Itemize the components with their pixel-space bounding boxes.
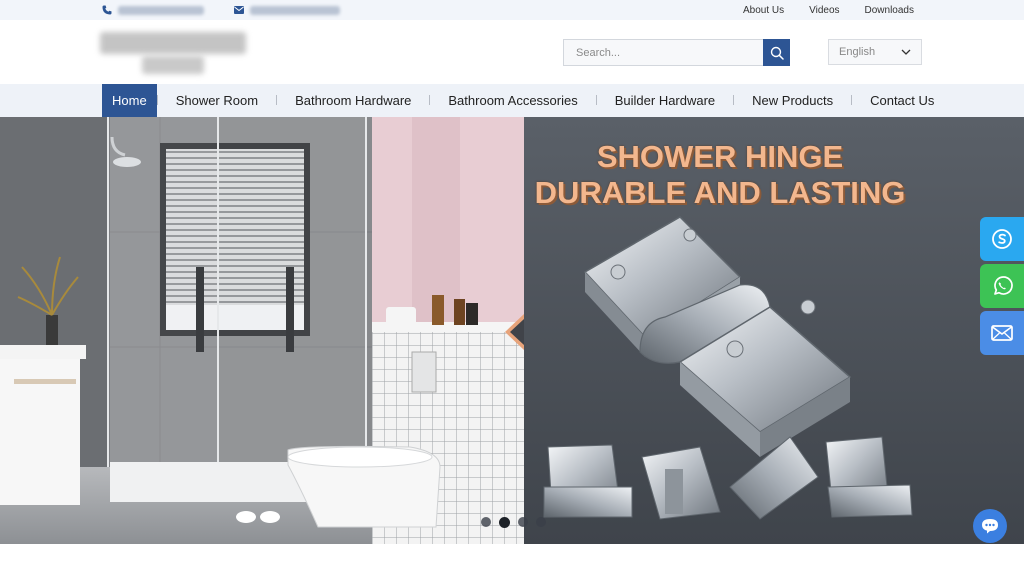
language-select[interactable]: English xyxy=(828,39,922,65)
nav-new-products[interactable]: New Products xyxy=(734,84,851,117)
main-nav: Home Shower Room Bathroom Hardware Bathr… xyxy=(0,84,1024,117)
whatsapp-button[interactable] xyxy=(980,264,1024,308)
search-button[interactable] xyxy=(763,39,790,66)
nav-bathroom-accessories[interactable]: Bathroom Accessories xyxy=(430,84,595,117)
page: About Us Videos Downloads English Home S… xyxy=(0,0,1024,576)
live-chat-button[interactable] xyxy=(973,509,1007,543)
chat-icon xyxy=(982,519,998,534)
videos-link[interactable]: Videos xyxy=(809,5,839,16)
whatsapp-icon xyxy=(994,276,1013,295)
hero-title-line2: DURABLE AND LASTING xyxy=(534,175,906,210)
email-contact[interactable] xyxy=(234,4,340,16)
phone-number-redacted xyxy=(118,5,204,15)
company-logo[interactable] xyxy=(100,30,250,78)
hero-title-line1: SHOWER HINGE xyxy=(596,139,844,174)
language-label: English xyxy=(839,46,876,58)
slider-dot-active[interactable] xyxy=(499,516,510,528)
chevron-down-icon xyxy=(901,49,911,55)
mail-icon xyxy=(234,6,244,14)
skype-icon xyxy=(992,229,1012,249)
top-bar: About Us Videos Downloads xyxy=(0,0,1024,20)
hero-banner[interactable]: SHOWER HINGE DURABLE AND LASTING xyxy=(0,117,1024,544)
logo-line-redacted xyxy=(100,32,246,54)
email-icon xyxy=(991,325,1013,341)
logo-subline-redacted xyxy=(142,56,204,74)
nav-shower-room[interactable]: Shower Room xyxy=(158,84,276,117)
about-us-link[interactable]: About Us xyxy=(743,5,784,16)
nav-builder-hardware[interactable]: Builder Hardware xyxy=(597,84,733,117)
search-input[interactable] xyxy=(563,39,763,66)
slider-dot[interactable] xyxy=(536,517,546,527)
email-address-redacted xyxy=(250,5,340,15)
nav-home[interactable]: Home xyxy=(102,84,157,117)
email-button[interactable] xyxy=(980,311,1024,355)
search-icon xyxy=(770,46,784,60)
slider-dots xyxy=(481,516,546,528)
nav-bathroom-hardware[interactable]: Bathroom Hardware xyxy=(277,84,429,117)
slider-dot[interactable] xyxy=(518,517,528,527)
top-links: About Us Videos Downloads xyxy=(743,0,914,20)
nav-contact-us[interactable]: Contact Us xyxy=(852,84,952,117)
downloads-link[interactable]: Downloads xyxy=(865,5,914,16)
slider-dot[interactable] xyxy=(481,517,491,527)
phone-contact[interactable] xyxy=(102,4,204,16)
search-bar xyxy=(563,39,790,66)
skype-button[interactable] xyxy=(980,217,1024,261)
phone-icon xyxy=(102,5,112,15)
